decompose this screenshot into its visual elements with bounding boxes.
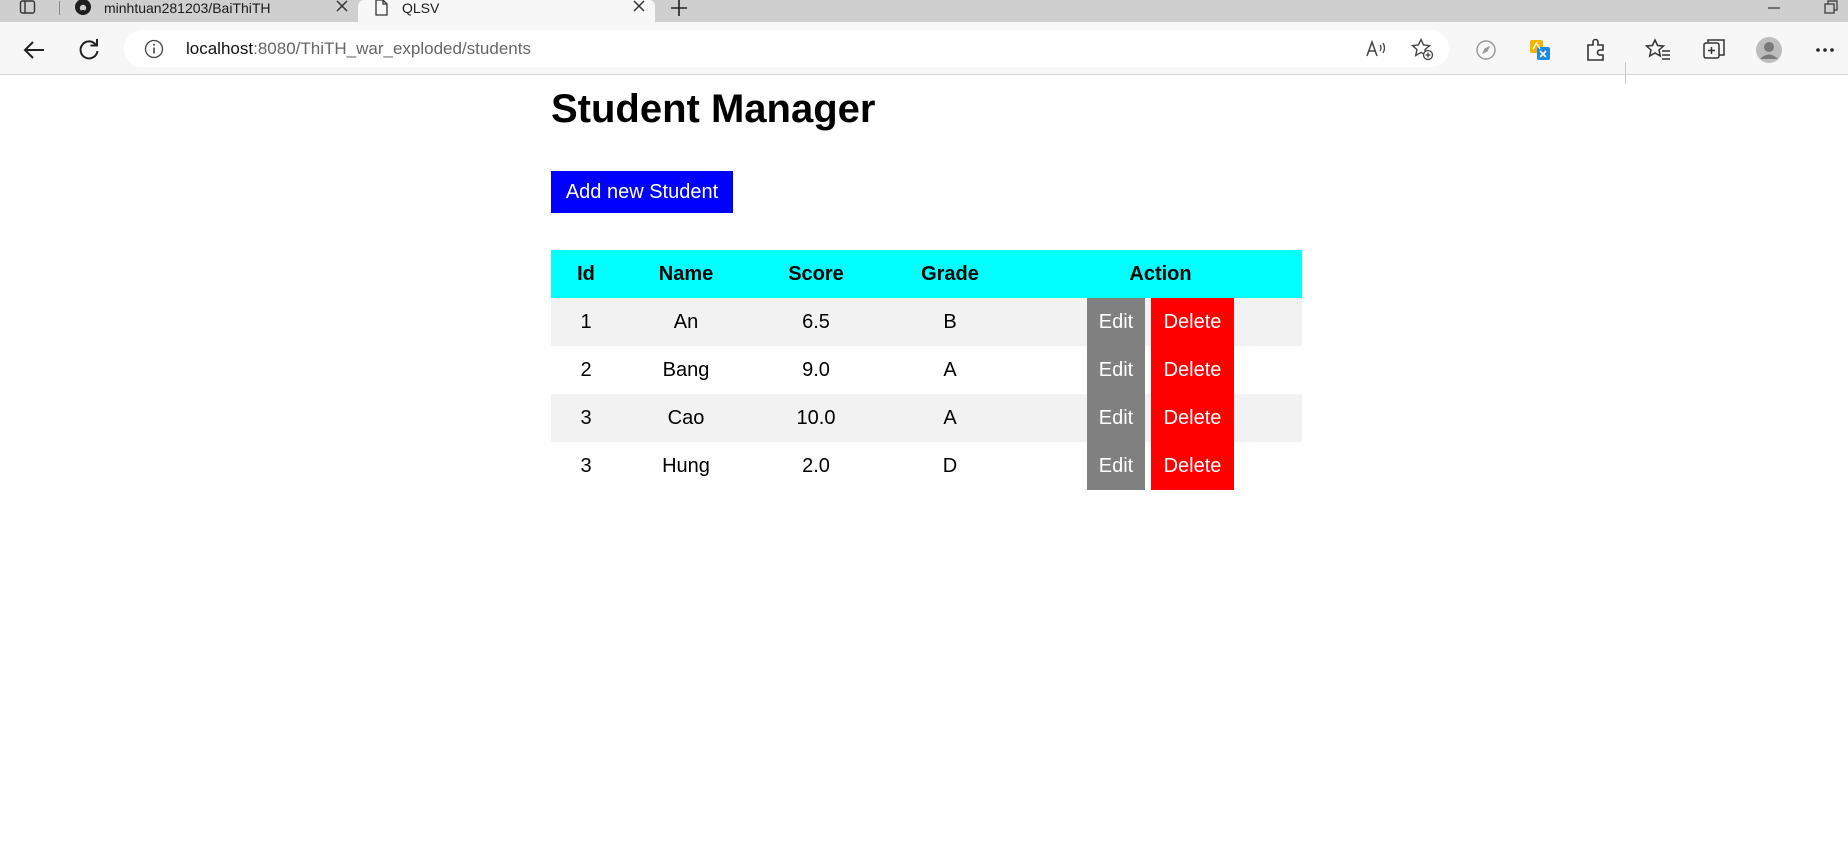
table-header-row: Id Name Score Grade Action: [551, 250, 1302, 298]
cell-grade: A: [881, 394, 1019, 442]
cell-score: 2.0: [751, 442, 881, 490]
extensions-icon[interactable]: [1582, 36, 1610, 64]
cell-name: Bang: [621, 346, 751, 394]
site-info-icon[interactable]: [144, 39, 164, 59]
cell-id: 3: [551, 394, 621, 442]
cell-action: Edit Delete: [1019, 298, 1302, 346]
row-actions: Edit Delete: [1019, 298, 1302, 346]
cell-name: Hung: [621, 442, 751, 490]
page-icon: [372, 0, 390, 16]
delete-button[interactable]: Delete: [1151, 298, 1234, 346]
cell-name: Cao: [621, 394, 751, 442]
delete-button[interactable]: Delete: [1151, 394, 1234, 442]
close-tab-icon[interactable]: [631, 0, 647, 15]
cell-action: Edit Delete: [1019, 442, 1302, 490]
more-options-icon[interactable]: [1811, 36, 1839, 64]
github-icon: [74, 0, 92, 16]
cell-grade: B: [881, 298, 1019, 346]
column-header-grade: Grade: [881, 250, 1019, 298]
table-row: 3 Hung 2.0 D Edit Delete: [551, 442, 1302, 490]
tab-actions-icon[interactable]: [19, 0, 37, 16]
new-tab-icon[interactable]: [668, 0, 690, 17]
cell-score: 9.0: [751, 346, 881, 394]
tab-github[interactable]: minhtuan281203/BaiThiTH: [60, 0, 358, 22]
back-arrow-icon[interactable]: [21, 36, 49, 64]
tab-title: QLSV: [402, 0, 440, 16]
cell-action: Edit Delete: [1019, 394, 1302, 442]
add-student-button[interactable]: Add new Student: [551, 171, 733, 213]
column-header-action: Action: [1019, 250, 1302, 298]
read-aloud-icon[interactable]: [1364, 37, 1388, 61]
browser-tab-bar: minhtuan281203/BaiThiTH QLSV: [0, 0, 1848, 22]
cell-score: 6.5: [751, 298, 881, 346]
column-header-name: Name: [621, 250, 751, 298]
delete-button[interactable]: Delete: [1151, 442, 1234, 490]
table-row: 2 Bang 9.0 A Edit Delete: [551, 346, 1302, 394]
row-actions: Edit Delete: [1019, 442, 1302, 490]
favorites-icon[interactable]: [1644, 36, 1672, 64]
delete-button[interactable]: Delete: [1151, 346, 1234, 394]
row-actions: Edit Delete: [1019, 394, 1302, 442]
restore-window-icon[interactable]: [1822, 0, 1840, 16]
address-bar[interactable]: localhost:8080/ThiTH_war_exploded/studen…: [124, 30, 1449, 67]
cell-id: 2: [551, 346, 621, 394]
cell-id: 3: [551, 442, 621, 490]
url-path: :8080/ThiTH_war_exploded/students: [253, 39, 531, 58]
url-text[interactable]: localhost:8080/ThiTH_war_exploded/studen…: [186, 40, 531, 58]
page-title: Student Manager: [551, 87, 876, 131]
edit-button[interactable]: Edit: [1087, 298, 1145, 346]
table-row: 1 An 6.5 B Edit Delete: [551, 298, 1302, 346]
edit-button[interactable]: Edit: [1087, 346, 1145, 394]
cell-action: Edit Delete: [1019, 346, 1302, 394]
cell-score: 10.0: [751, 394, 881, 442]
tab-title: minhtuan281203/BaiThiTH: [104, 0, 271, 16]
column-header-score: Score: [751, 250, 881, 298]
edit-button[interactable]: Edit: [1087, 394, 1145, 442]
toolbar-separator: [1625, 62, 1626, 84]
close-tab-icon[interactable]: [334, 0, 350, 15]
reload-icon[interactable]: [75, 36, 103, 64]
cell-grade: A: [881, 346, 1019, 394]
column-header-id: Id: [551, 250, 621, 298]
translate-icon[interactable]: [1526, 36, 1554, 64]
cell-id: 1: [551, 298, 621, 346]
collections-icon[interactable]: [1700, 36, 1728, 64]
url-host: localhost: [186, 39, 254, 58]
profile-avatar-icon[interactable]: [1755, 36, 1783, 64]
tab-qlsv[interactable]: QLSV: [358, 0, 655, 22]
add-favorite-icon[interactable]: [1410, 37, 1434, 61]
browser-toolbar: localhost:8080/ThiTH_war_exploded/studen…: [0, 22, 1848, 84]
row-actions: Edit Delete: [1019, 346, 1302, 394]
edit-button[interactable]: Edit: [1087, 442, 1145, 490]
table-row: 3 Cao 10.0 A Edit Delete: [551, 394, 1302, 442]
minimize-icon[interactable]: [1765, 0, 1783, 16]
browser-essentials-icon[interactable]: [1472, 36, 1500, 64]
students-table: Id Name Score Grade Action 1 An 6.5 B Ed…: [551, 250, 1302, 490]
cell-grade: D: [881, 442, 1019, 490]
cell-name: An: [621, 298, 751, 346]
